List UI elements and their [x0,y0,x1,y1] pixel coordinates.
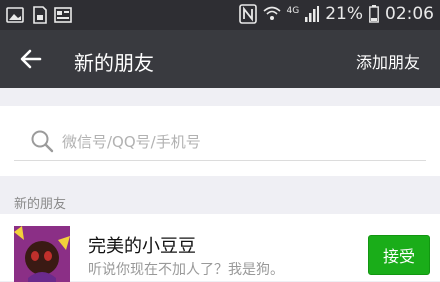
friend-name: 完美的小豆豆 [88,236,196,257]
status-bar: 4G 21% 02:06 [0,0,440,30]
nfc-icon [238,4,257,24]
gallery-icon [6,7,24,23]
clock: 02:06 [385,4,434,24]
status-right-icons: 4G 21% 02:06 [238,4,434,24]
news-icon [54,7,72,23]
search-input[interactable]: 微信号/QQ号/手机号 [14,122,426,161]
section-header: 新的朋友 [14,197,67,212]
avatar[interactable] [14,226,70,282]
accept-button[interactable]: 接受 [368,235,430,275]
search-icon [31,130,54,153]
add-friend-button[interactable]: 添加朋友 [356,49,420,73]
friend-message: 听说你现在不加人了？我是狗。 [88,262,284,278]
battery-percent: 21% [325,4,363,24]
avatar-image [14,226,70,282]
page-title: 新的朋友 [74,51,154,75]
sd-card-icon [33,6,47,24]
wifi-icon [262,6,281,20]
friend-request-row[interactable]: 完美的小豆豆 听说你现在不加人了？我是狗。 接受 [0,214,440,282]
signal-icon [305,6,320,22]
network-type: 4G [286,6,300,16]
status-left-icons [6,6,72,24]
search-section: 微信号/QQ号/手机号 [0,106,440,176]
title-bar: 新的朋友 添加朋友 [0,30,440,88]
search-placeholder: 微信号/QQ号/手机号 [62,132,201,151]
battery-icon [369,5,379,23]
back-arrow-icon[interactable] [18,46,44,72]
